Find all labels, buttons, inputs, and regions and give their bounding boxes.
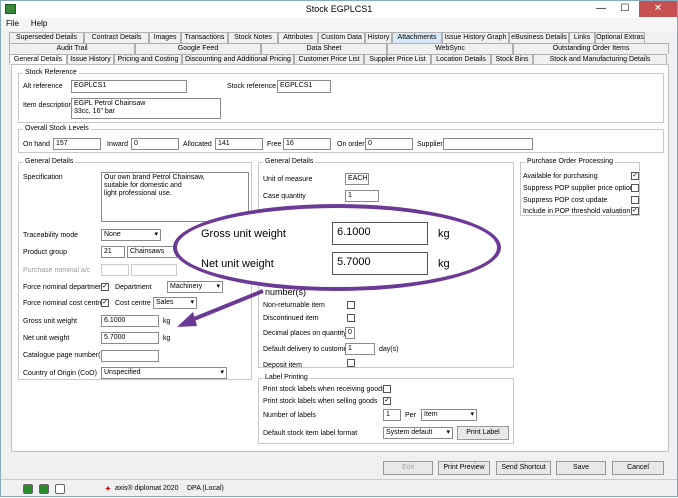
callout-arrow <box>177 289 264 327</box>
stock-window: Stock EGPLCS1 — ☐ ✕ File Help Superseded… <box>0 0 678 497</box>
